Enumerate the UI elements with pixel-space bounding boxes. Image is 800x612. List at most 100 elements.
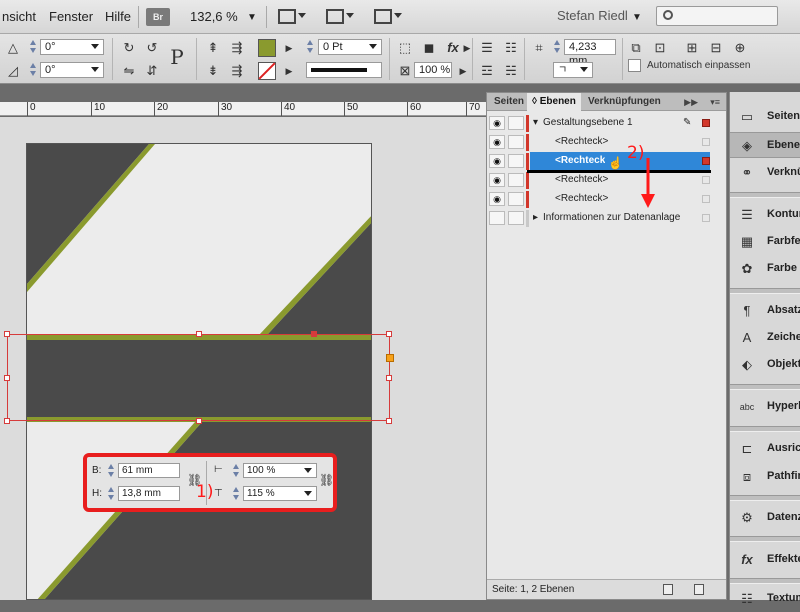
stroke-type-dropdown[interactable] (306, 62, 382, 78)
text-wrap-jump-icon[interactable]: ☵ (502, 62, 520, 80)
panel-menu-icon[interactable]: ▾≡ (710, 97, 720, 108)
width-field[interactable]: 61 mm (118, 463, 180, 478)
dock-item-objektformate[interactable]: ⬖ Objekt (730, 352, 800, 378)
rotate-cw-icon[interactable]: ↻ (120, 39, 138, 57)
fill-dropdown-icon[interactable]: ▶ (280, 39, 298, 57)
view-options-icon[interactable] (278, 8, 306, 26)
constrain-scale-icon[interactable]: ⛓ (319, 473, 334, 487)
eye-icon[interactable]: ◉ (489, 173, 505, 187)
menu-fenster[interactable]: Fenster (49, 9, 93, 24)
handle-center-point[interactable] (311, 331, 317, 337)
select-content-icon[interactable]: ⇟ (204, 62, 222, 80)
anchor-handle[interactable] (386, 354, 394, 362)
eye-toggle-hidden[interactable] (489, 211, 505, 225)
offset-spinner[interactable] (553, 39, 562, 55)
item-select-square[interactable] (702, 195, 710, 203)
user-dropdown-icon[interactable]: ▼ (632, 12, 642, 23)
handle-bottom-middle[interactable] (196, 418, 202, 424)
arrange-documents-icon[interactable] (374, 8, 402, 26)
layer-select-square[interactable] (702, 214, 710, 222)
tab-ebenen[interactable]: ◊ Ebenen (527, 93, 581, 111)
dock-item-kontur[interactable]: ☰ Kontur (730, 202, 800, 228)
item-name[interactable]: <Rechteck> (555, 193, 608, 204)
dock-item-farbe[interactable]: ✿ Farbe (730, 256, 800, 282)
dock-item-ausrichten[interactable]: ⊏ Ausrich (730, 436, 800, 462)
handle-bottom-left[interactable] (4, 418, 10, 424)
search-input[interactable] (656, 6, 778, 26)
panel-collapse-icon[interactable]: ▶▶ (684, 97, 698, 108)
opacity-dropdown-icon[interactable]: ▶ (454, 62, 472, 80)
fill-frame-proportional-icon[interactable]: ⊞ (683, 39, 701, 57)
disclosure-triangle-icon[interactable]: ▸ (533, 212, 538, 223)
flip-vertical-icon[interactable]: ⇵ (143, 62, 161, 80)
menu-ansicht[interactable]: nsicht (2, 9, 36, 24)
stroke-weight-field[interactable]: 0 Pt (318, 39, 382, 55)
scale-x-spinner[interactable] (232, 463, 241, 479)
item-select-square[interactable] (702, 157, 710, 165)
disclosure-triangle-icon[interactable]: ▾ (533, 117, 538, 128)
dock-item-effekte[interactable]: fx Effekte (730, 547, 800, 573)
layer-name[interactable]: Informationen zur Datenanlage (543, 212, 680, 223)
eye-icon[interactable]: ◉ (489, 116, 505, 130)
paragraph-direction-icon[interactable]: P (168, 47, 186, 67)
corner-shape-dropdown[interactable]: ㄱ (553, 62, 593, 78)
auto-fit-checkbox[interactable] (628, 59, 641, 72)
scale-y-spinner[interactable] (232, 486, 241, 502)
layer-row[interactable]: ▸ Informationen zur Datenanlage (487, 209, 726, 228)
text-wrap-shape-icon[interactable]: ☲ (478, 62, 496, 80)
select-container-icon[interactable]: ⇞ (204, 39, 222, 57)
handle-middle-right[interactable] (386, 375, 392, 381)
handle-top-middle[interactable] (196, 331, 202, 337)
layer-name[interactable]: Gestaltungsebene 1 (543, 117, 633, 128)
effects-dropdown-icon[interactable]: ▶ (458, 39, 476, 57)
angle1-spinner[interactable] (29, 39, 38, 55)
eye-icon[interactable]: ◉ (489, 192, 505, 206)
scale-y-field[interactable]: 115 % (243, 486, 317, 501)
angle1-field[interactable]: 0° (40, 39, 104, 55)
new-layer-icon[interactable] (663, 584, 673, 595)
selection-frame[interactable] (7, 334, 390, 421)
scale-x-field[interactable]: 100 % (243, 463, 317, 478)
center-content-icon[interactable]: ⊕ (731, 39, 749, 57)
text-wrap-bbox-icon[interactable]: ☷ (502, 39, 520, 57)
lock-toggle[interactable] (508, 154, 524, 168)
dock-item-hyperlinks[interactable]: abc Hyperli (730, 394, 800, 420)
dock-item-absatzformate[interactable]: ¶ Absatzf (730, 298, 800, 324)
angle2-spinner[interactable] (29, 62, 38, 78)
fit-content-proportional-icon[interactable]: ⊟ (707, 39, 725, 57)
item-select-square[interactable] (702, 176, 710, 184)
tab-seiten[interactable]: Seiten (489, 93, 529, 111)
fill-swatch[interactable] (258, 39, 276, 57)
handle-bottom-right[interactable] (386, 418, 392, 424)
delete-layer-icon[interactable] (694, 584, 704, 595)
fit-frame-content-icon[interactable]: ⊡ (651, 39, 669, 57)
layer-select-square[interactable] (702, 119, 710, 127)
lock-toggle[interactable] (508, 116, 524, 130)
dock-item-verknuepfungen[interactable]: ⚭ Verknü (730, 160, 800, 186)
stroke-weight-spinner[interactable] (306, 39, 315, 55)
layer-item-row[interactable]: ◉ <Rechteck> (487, 133, 726, 152)
select-previous-icon[interactable]: ⇶ (228, 39, 246, 57)
lock-toggle[interactable] (508, 173, 524, 187)
tab-verknuepfungen[interactable]: Verknüpfungen (583, 93, 666, 111)
fit-content-frame-icon[interactable]: ⧉ (627, 39, 645, 57)
dock-item-datenzusammenfuehrung[interactable]: ⚙ Datenz (730, 505, 800, 531)
lock-toggle[interactable] (508, 192, 524, 206)
dock-item-pathfinder[interactable]: ⧈ Pathfin (730, 464, 800, 490)
dock-item-ebenen[interactable]: ◈ Ebenen (730, 132, 800, 158)
rotate-ccw-icon[interactable]: ↺ (143, 39, 161, 57)
handle-middle-left[interactable] (4, 375, 10, 381)
corner-options-icon[interactable]: ⬚ (396, 39, 414, 57)
height-field[interactable]: 13,8 mm (118, 486, 180, 501)
opacity-field[interactable]: 100 % (414, 62, 452, 78)
zoom-dropdown-icon[interactable]: ▼ (247, 12, 257, 23)
lock-toggle[interactable] (508, 211, 524, 225)
layer-row[interactable]: ◉ ▾ Gestaltungsebene 1 ✎ (487, 114, 726, 133)
flip-horizontal-icon[interactable]: ⇋ (120, 62, 138, 80)
layer-item-row[interactable]: ◉ <Rechteck> (487, 171, 726, 190)
width-spinner[interactable] (107, 463, 116, 479)
offset-field[interactable]: 4,233 mm (564, 39, 616, 67)
handle-top-right[interactable] (386, 331, 392, 337)
drop-shadow-icon[interactable]: ◼ (420, 39, 438, 57)
layer-item-row-selected[interactable]: ◉ <Rechteck> ☝ (487, 152, 726, 171)
